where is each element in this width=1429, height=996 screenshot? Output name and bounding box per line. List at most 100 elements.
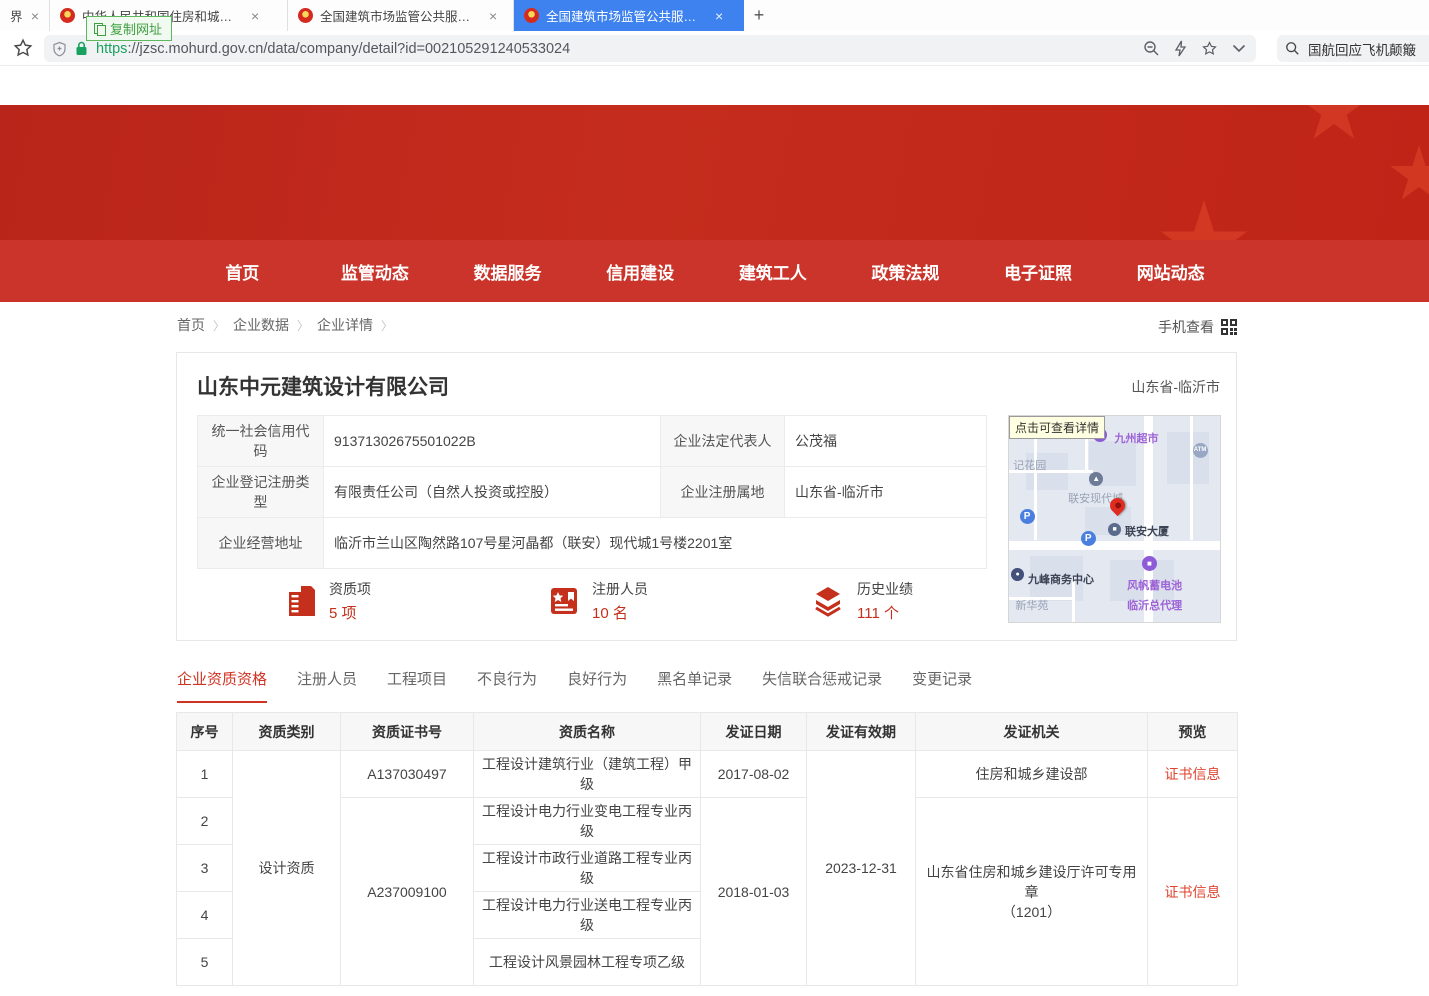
bookmark-star-icon[interactable] — [12, 37, 34, 59]
tab-qualifications[interactable]: 企业资质资格 — [177, 668, 267, 703]
tab-dishonesty-records[interactable]: 失信联合惩戒记录 — [762, 668, 882, 703]
legal-rep-value: 公茂福 — [785, 416, 987, 467]
chevron-down-icon[interactable] — [1232, 44, 1246, 53]
tab-good-behavior[interactable]: 良好行为 — [567, 668, 627, 703]
browser-search-box[interactable]: 国航回应飞机颠簸 — [1277, 35, 1429, 62]
certificate-info-link[interactable]: 证书信息 — [1165, 766, 1221, 782]
map-building-icon: ▲ — [1089, 472, 1103, 486]
personnel-book-icon — [548, 585, 580, 617]
address-bar[interactable]: https://jzsc.mohurd.gov.cn/data/company/… — [44, 35, 1256, 62]
company-region: 山东省-临沂市 — [1131, 377, 1220, 397]
cell-no: 2 — [177, 798, 233, 845]
tab-registered-personnel[interactable]: 注册人员 — [297, 668, 357, 703]
breadcrumb-home[interactable]: 首页 — [177, 315, 205, 335]
stat-value: 111 个 — [857, 602, 913, 623]
map-tooltip: 点击可查看详情 — [1009, 416, 1105, 439]
company-name: 山东中元建筑设计有限公司 — [197, 371, 449, 401]
stat-value: 10 名 — [592, 602, 648, 623]
close-icon[interactable]: × — [251, 8, 259, 24]
map-business-icon: ● — [1011, 568, 1024, 581]
stat-label: 历史业绩 — [857, 579, 913, 599]
authority-line: 山东省住房和城乡建设厅许可专用章 — [922, 862, 1141, 902]
cell-preview: 证书信息 — [1148, 798, 1238, 986]
close-icon[interactable]: × — [489, 8, 497, 24]
mobile-view[interactable]: 手机查看 — [1158, 317, 1237, 337]
browser-tab-partial[interactable]: 界 × — [0, 0, 50, 31]
breadcrumb-separator: 〉 — [213, 317, 225, 334]
tab-title: 全国建筑市场监管公共服务平台 — [320, 6, 480, 25]
browser-tab-strip: 界 × 中华人民共和国住房和城乡建设 × 全国建筑市场监管公共服务平台 × 全国… — [0, 0, 1429, 31]
emblem-favicon-icon — [524, 8, 539, 23]
nav-item-workers[interactable]: 建筑工人 — [707, 240, 840, 302]
qr-code-icon[interactable] — [1221, 319, 1237, 335]
credit-code-label: 统一社会信用代码 — [198, 416, 324, 467]
col-header-qual-name: 资质名称 — [474, 713, 701, 751]
primary-nav: 首页 监管动态 数据服务 信用建设 建筑工人 政策法规 电子证照 网站动态 — [0, 240, 1429, 302]
breadcrumb-company-detail[interactable]: 企业详情 — [317, 315, 373, 335]
certificate-info-link[interactable]: 证书信息 — [1165, 884, 1221, 900]
breadcrumb: 首页 〉 企业数据 〉 企业详情 〉 — [177, 315, 393, 335]
nav-item-e-license[interactable]: 电子证照 — [972, 240, 1105, 302]
nav-item-data-service[interactable]: 数据服务 — [441, 240, 574, 302]
cell-no: 3 — [177, 845, 233, 892]
address-label: 企业经营地址 — [198, 518, 324, 569]
tab-title: 全国建筑市场监管公共服务平台 — [546, 6, 706, 25]
info-row: 统一社会信用代码 91371302675501022B 企业法定代表人 公茂福 — [198, 416, 987, 467]
browser-chrome: 界 × 中华人民共和国住房和城乡建设 × 全国建筑市场监管公共服务平台 × 全国… — [0, 0, 1429, 66]
nav-item-site-news[interactable]: 网站动态 — [1104, 240, 1237, 302]
table-row: 1 设计资质 A137030497 工程设计建筑行业（建筑工程）甲级 2017-… — [177, 751, 1238, 798]
location-map[interactable]: ■ 九州超市 ATM 记花园 ▲ 联安现代城 ■ 联安大厦 P P ● 九峰商务… — [1008, 415, 1221, 623]
favorite-star-icon[interactable] — [1201, 40, 1218, 57]
map-parking-icon: P — [1020, 509, 1035, 524]
stat-registered-personnel: 注册人员 10 名 — [460, 579, 723, 623]
nav-item-supervision[interactable]: 监管动态 — [309, 240, 442, 302]
url-protocol: https — [96, 41, 127, 57]
stat-qualifications: 资质项 5 项 — [197, 579, 460, 623]
company-stats: 资质项 5 项 注册人员 10 名 — [197, 579, 986, 623]
tab-bad-behavior[interactable]: 不良行为 — [477, 668, 537, 703]
cell-preview: 证书信息 — [1148, 751, 1238, 798]
col-header-no: 序号 — [177, 713, 233, 751]
col-header-authority: 发证机关 — [916, 713, 1148, 751]
map-label-fengfan-2: 临沂总代理 — [1127, 597, 1182, 613]
address-bar-actions — [1143, 35, 1246, 62]
cell-cert-no: A137030497 — [341, 751, 474, 798]
cell-authority: 住房和城乡建设部 — [916, 751, 1148, 798]
browser-tab-jzsc-1[interactable]: 全国建筑市场监管公共服务平台 × — [288, 0, 514, 31]
new-tab-button[interactable]: + — [744, 0, 774, 31]
tab-projects[interactable]: 工程项目 — [387, 668, 447, 703]
lightning-icon[interactable] — [1174, 40, 1187, 57]
cell-no: 5 — [177, 939, 233, 986]
map-label-xinhuayuan: 新华苑 — [1015, 597, 1048, 613]
emblem-favicon-icon — [298, 8, 313, 23]
table-header-row: 序号 资质类别 资质证书号 资质名称 发证日期 发证有效期 发证机关 预览 — [177, 713, 1238, 751]
qualification-table: 序号 资质类别 资质证书号 资质名称 发证日期 发证有效期 发证机关 预览 1 … — [176, 712, 1238, 986]
reg-type-label: 企业登记注册类型 — [198, 467, 324, 518]
tab-change-records[interactable]: 变更记录 — [912, 668, 972, 703]
stat-history-performance: 历史业绩 111 个 — [723, 579, 986, 623]
cell-valid-until: 2023-12-31 — [807, 751, 916, 986]
nav-item-credit[interactable]: 信用建设 — [574, 240, 707, 302]
zoom-out-icon[interactable] — [1143, 40, 1160, 57]
authority-sub-line: （1201） — [922, 902, 1141, 922]
https-lock-icon[interactable] — [75, 41, 88, 56]
map-label-fengfan-1: 风帆蓄电池 — [1127, 577, 1182, 593]
reg-place-value: 山东省-临沂市 — [785, 467, 987, 518]
tab-blacklist[interactable]: 黑名单记录 — [657, 668, 732, 703]
hot-search-text: 国航回应飞机颠簸 — [1308, 39, 1416, 59]
nav-item-home[interactable]: 首页 — [176, 240, 309, 302]
emblem-favicon-icon — [60, 8, 75, 23]
url-rest: ://jzsc.mohurd.gov.cn/data/company/detai… — [127, 41, 570, 57]
shield-icon[interactable] — [52, 41, 67, 57]
company-card: 山东中元建筑设计有限公司 山东省-临沂市 统一社会信用代码 9137130267… — [176, 352, 1237, 641]
close-icon[interactable]: × — [715, 8, 723, 24]
map-label-supermarket: 九州超市 — [1115, 430, 1159, 446]
close-icon[interactable]: × — [31, 8, 39, 24]
browser-tab-jzsc-active[interactable]: 全国建筑市场监管公共服务平台 × — [514, 0, 744, 31]
breadcrumb-separator: 〉 — [381, 317, 393, 334]
breadcrumb-company-data[interactable]: 企业数据 — [233, 315, 289, 335]
nav-item-policy[interactable]: 政策法规 — [839, 240, 972, 302]
cell-no: 4 — [177, 892, 233, 939]
stat-label: 注册人员 — [592, 579, 648, 599]
map-label-garden: 记花园 — [1013, 457, 1046, 473]
